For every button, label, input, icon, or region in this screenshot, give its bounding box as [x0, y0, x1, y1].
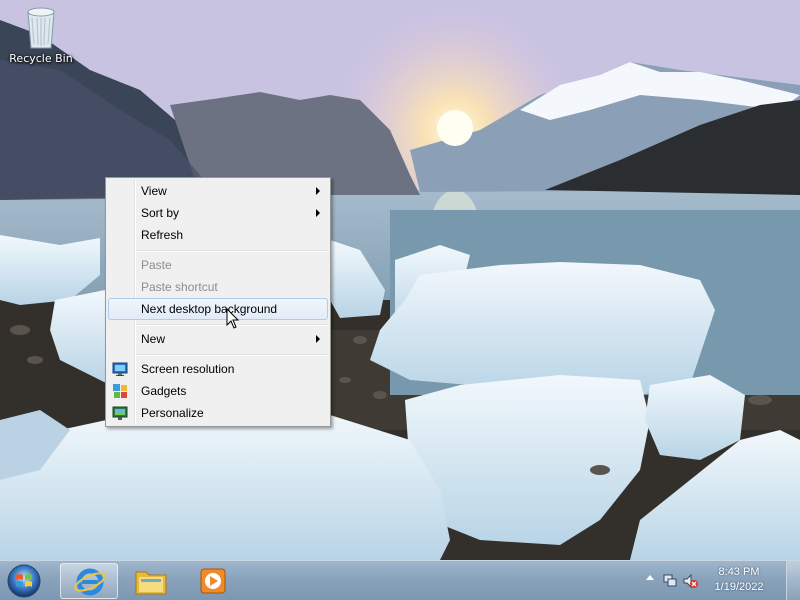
menu-item-label: Paste: [141, 258, 172, 272]
taskbar-button-windows-explorer[interactable]: [122, 563, 180, 599]
clock-time: 8:43 PM: [718, 566, 760, 578]
desktop-icon-label: Recycle Bin: [9, 52, 73, 65]
menu-item-label: Sort by: [141, 206, 180, 220]
menu-item-label: Refresh: [141, 228, 184, 242]
menu-item-label: Gadgets: [141, 384, 187, 398]
clock-date: 1/19/2022: [714, 581, 764, 593]
recycle-bin-icon: [27, 7, 55, 49]
taskbar-button-windows-media-player[interactable]: [184, 563, 242, 599]
menu-item-screen-resolution[interactable]: Screen resolution: [108, 358, 328, 380]
show-hidden-icons-arrow-icon[interactable]: [646, 575, 654, 580]
taskbar: 8:43 PM 1/19/2022: [0, 560, 800, 600]
menu-separator: [136, 250, 327, 252]
menu-item-next-desktop-background[interactable]: Next desktop background: [108, 298, 328, 320]
menu-item-gadgets[interactable]: Gadgets: [108, 380, 328, 402]
menu-item-label: New: [141, 332, 166, 346]
menu-item-label: Personalize: [141, 406, 204, 420]
menu-item-paste[interactable]: Paste: [108, 254, 328, 276]
taskbar-button-internet-explorer[interactable]: [60, 563, 118, 599]
menu-item-label: Paste shortcut: [141, 280, 218, 294]
submenu-arrow-icon: [316, 187, 320, 195]
folder-icon: [135, 571, 167, 595]
media-player-icon: [200, 568, 226, 594]
menu-item-personalize[interactable]: Personalize: [108, 402, 328, 424]
screen-resolution-icon: [112, 362, 128, 376]
submenu-arrow-icon: [316, 209, 320, 217]
system-tray: 8:43 PM 1/19/2022: [640, 561, 800, 600]
submenu-arrow-icon: [316, 335, 320, 343]
volume-muted-icon[interactable]: [682, 573, 698, 589]
menu-item-label: Next desktop background: [141, 302, 278, 316]
clock[interactable]: 8:43 PM 1/19/2022: [704, 565, 774, 595]
gadgets-icon: [113, 384, 127, 398]
show-desktop-button[interactable]: [786, 561, 800, 600]
menu-item-paste-shortcut[interactable]: Paste shortcut: [108, 276, 328, 298]
menu-item-refresh[interactable]: Refresh: [108, 224, 328, 246]
menu-item-label: Screen resolution: [141, 362, 235, 376]
personalize-icon: [112, 406, 128, 420]
internet-explorer-icon: [74, 568, 106, 596]
menu-item-new[interactable]: New: [108, 328, 328, 350]
network-icon[interactable]: [662, 573, 678, 589]
menu-item-label: View: [141, 184, 167, 198]
menu-separator: [136, 354, 327, 356]
desktop-icon-recycle-bin[interactable]: Recycle Bin: [6, 4, 76, 65]
menu-item-view[interactable]: View: [108, 180, 328, 202]
context-menu: View Sort by Refresh Paste Paste shortcu…: [105, 177, 331, 427]
menu-item-sort-by[interactable]: Sort by: [108, 202, 328, 224]
desktop[interactable]: Recycle Bin View Sort by Refresh Paste P…: [0, 0, 800, 560]
start-button[interactable]: [4, 562, 44, 600]
mouse-cursor-icon: [226, 308, 240, 329]
